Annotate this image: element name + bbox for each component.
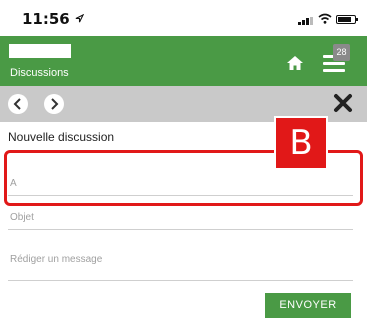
chevron-right-icon: [51, 98, 59, 110]
location-arrow-icon: [75, 13, 85, 23]
subject-underline: [8, 229, 353, 230]
form-heading: Nouvelle discussion: [8, 130, 115, 144]
status-time: 11:56: [22, 10, 85, 28]
close-icon[interactable]: [333, 93, 353, 113]
home-icon[interactable]: [286, 55, 304, 71]
page-title: Discussions: [10, 67, 69, 79]
status-time-text: 11:56: [22, 10, 70, 28]
message-underline: [8, 280, 353, 281]
notification-badge: 28: [333, 44, 350, 61]
message-field[interactable]: Rédiger un message: [10, 254, 102, 265]
wifi-icon: [318, 13, 332, 24]
annotation-label: B: [274, 116, 328, 170]
status-bar: 11:56: [0, 0, 367, 36]
forward-button[interactable]: [44, 94, 64, 114]
battery-icon: [336, 15, 358, 24]
screen: 11:56 Discussions 28 Nouvelle discussion…: [0, 0, 367, 318]
subject-field[interactable]: Objet: [10, 212, 34, 223]
back-button[interactable]: [8, 94, 28, 114]
app-header: Discussions 28: [0, 36, 367, 86]
redacted-logo: [9, 44, 71, 58]
signal-icon: [298, 17, 314, 25]
send-button[interactable]: ENVOYER: [265, 293, 351, 318]
chevron-left-icon: [13, 98, 21, 110]
